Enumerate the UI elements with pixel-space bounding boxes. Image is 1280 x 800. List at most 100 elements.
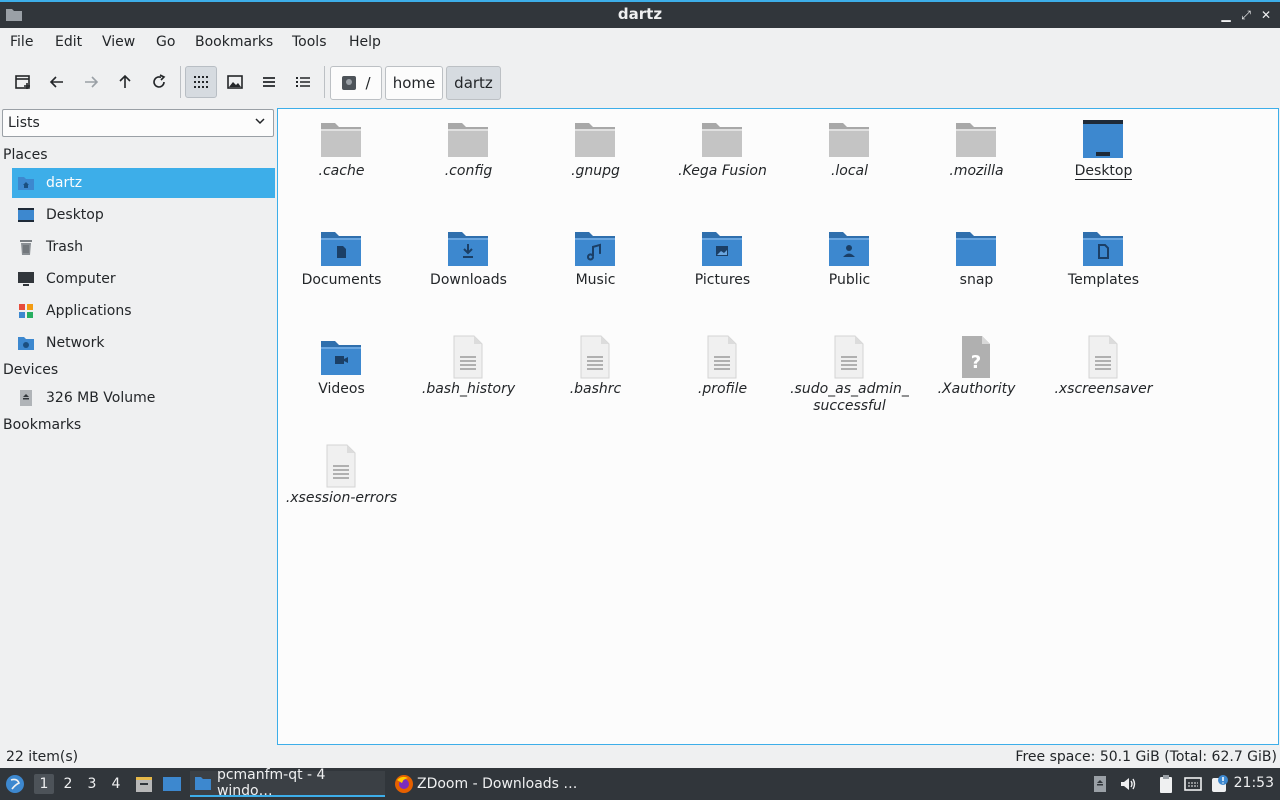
sidebar-item-desktop[interactable]: Desktop: [12, 200, 275, 230]
maximize-button[interactable]: ⤢: [1237, 6, 1255, 24]
notification-icon[interactable]: [1210, 774, 1230, 794]
menu-tools[interactable]: Tools: [292, 34, 327, 50]
new-tab-button[interactable]: [7, 66, 39, 98]
sidebar-item-network[interactable]: Network: [12, 328, 275, 358]
reload-button[interactable]: [143, 66, 175, 98]
sidebar-item-volume[interactable]: 326 MB Volume: [12, 383, 275, 413]
firefox-icon: [395, 775, 413, 793]
desktop-1[interactable]: 1: [34, 774, 54, 794]
sidebar-item-dartz[interactable]: dartz: [12, 168, 275, 198]
menu-view[interactable]: View: [102, 34, 135, 50]
menu-bookmarks[interactable]: Bookmarks: [195, 34, 273, 50]
file-item[interactable]: .gnupg: [532, 109, 659, 217]
desktop-2[interactable]: 2: [58, 774, 78, 794]
file-item[interactable]: Documents: [278, 218, 405, 326]
task-label: pcmanfm-qt - 4 windo…: [216, 767, 326, 799]
task-pcmanfm[interactable]: pcmanfm-qt - 4 windo…: [190, 767, 385, 799]
compact-view-button[interactable]: [253, 66, 285, 98]
file-name: .xsession-errors: [285, 490, 398, 506]
task-label: ZDoom - Downloads …: [417, 776, 578, 792]
file-item[interactable]: Public: [786, 218, 913, 326]
show-desktop-icon[interactable]: [162, 774, 182, 794]
sidebar-item-label: Applications: [46, 303, 132, 319]
toolbar-separator: [324, 66, 325, 98]
breadcrumb-home[interactable]: home: [385, 66, 443, 100]
breadcrumb-root[interactable]: /: [330, 66, 382, 100]
reload-icon: [153, 74, 166, 88]
file-item[interactable]: .mozilla: [913, 109, 1040, 217]
removable-media-icon[interactable]: [1090, 774, 1110, 794]
places-heading: Places: [3, 147, 48, 163]
network-status-icon[interactable]: [1183, 774, 1203, 794]
downloads-folder-icon: [446, 226, 490, 270]
file-item[interactable]: .xsession-errors: [278, 436, 405, 544]
file-item[interactable]: Videos: [278, 327, 405, 435]
sidebar-item-computer[interactable]: Computer: [12, 264, 275, 294]
file-item[interactable]: .xscreensaver: [1040, 327, 1167, 435]
file-item[interactable]: .bash_history: [405, 327, 532, 435]
drive-icon: [17, 389, 35, 407]
folder-icon: [319, 117, 363, 161]
volume-icon[interactable]: [1118, 774, 1138, 794]
icon-view-button[interactable]: [185, 66, 217, 98]
file-item[interactable]: ? .Xauthority: [913, 327, 1040, 435]
public-folder-icon: [827, 226, 871, 270]
file-item[interactable]: .config: [405, 109, 532, 217]
file-name: .bash_history: [421, 381, 516, 397]
thumbnail-view-button[interactable]: [219, 66, 251, 98]
menu-edit[interactable]: Edit: [55, 34, 82, 50]
file-item[interactable]: .bashrc: [532, 327, 659, 435]
start-menu-icon[interactable]: [5, 774, 25, 794]
file-name: Music: [575, 272, 616, 288]
image-view-icon: [227, 75, 243, 89]
file-name: .mozilla: [949, 163, 1004, 179]
file-item[interactable]: .Kega Fusion: [659, 109, 786, 217]
sidebar-item-applications[interactable]: Applications: [12, 296, 275, 326]
menu-help[interactable]: Help: [349, 34, 381, 50]
desktop-3[interactable]: 3: [82, 774, 102, 794]
file-name: .cache: [318, 163, 365, 179]
file-item[interactable]: .cache: [278, 109, 405, 217]
folder-icon: [446, 117, 490, 161]
status-bar: 22 item(s) Free space: 50.1 GiB (Total: …: [0, 748, 1280, 768]
clipboard-icon[interactable]: [1156, 774, 1176, 794]
file-item[interactable]: .sudo_as_admin_ successful: [786, 327, 913, 435]
desktop-4[interactable]: 4: [106, 774, 126, 794]
detailed-view-button[interactable]: [287, 66, 319, 98]
task-zdoom[interactable]: ZDoom - Downloads …: [390, 771, 580, 797]
file-name: snap: [959, 272, 994, 288]
file-name: .bashrc: [569, 381, 622, 397]
text-file-icon: [700, 335, 744, 379]
file-item[interactable]: Pictures: [659, 218, 786, 326]
bookmarks-heading: Bookmarks: [3, 417, 82, 433]
file-item[interactable]: .local: [786, 109, 913, 217]
close-button[interactable]: ✕: [1257, 6, 1275, 24]
file-item[interactable]: Music: [532, 218, 659, 326]
menu-go[interactable]: Go: [156, 34, 175, 50]
file-name: .Kega Fusion: [678, 163, 767, 179]
back-button[interactable]: [41, 66, 73, 98]
file-manager-icon: [194, 777, 211, 790]
network-icon: [17, 334, 35, 352]
up-button[interactable]: [109, 66, 141, 98]
unknown-file-icon: ?: [954, 335, 998, 379]
file-item[interactable]: Downloads: [405, 218, 532, 326]
sidebar-item-trash[interactable]: Trash: [12, 232, 275, 262]
minimize-button[interactable]: ▁: [1217, 6, 1235, 24]
sidebar-item-label: Computer: [46, 271, 116, 287]
file-item[interactable]: snap: [913, 218, 1040, 326]
documents-folder-icon: [319, 226, 363, 270]
file-item[interactable]: Templates: [1040, 218, 1167, 326]
menu-file[interactable]: File: [10, 34, 33, 50]
free-space: Free space: 50.1 GiB (Total: 62.7 GiB): [1015, 749, 1277, 765]
file-item[interactable]: Desktop: [1040, 109, 1167, 217]
side-pane-mode-select[interactable]: Lists: [2, 109, 274, 137]
file-item[interactable]: .profile: [659, 327, 786, 435]
desktop-icon: [17, 206, 35, 224]
breadcrumb-dartz[interactable]: dartz: [446, 66, 501, 100]
file-name: .Xauthority: [937, 381, 1016, 397]
taskbar: 1 2 3 4 pcmanfm-qt - 4 windo… ZDoom - Do…: [0, 767, 1280, 800]
file-view[interactable]: .cache .config .gnupg .Kega Fusion .local .mo…: [277, 108, 1279, 745]
file-manager-launcher-icon[interactable]: [134, 774, 154, 794]
forward-button[interactable]: [75, 66, 107, 98]
